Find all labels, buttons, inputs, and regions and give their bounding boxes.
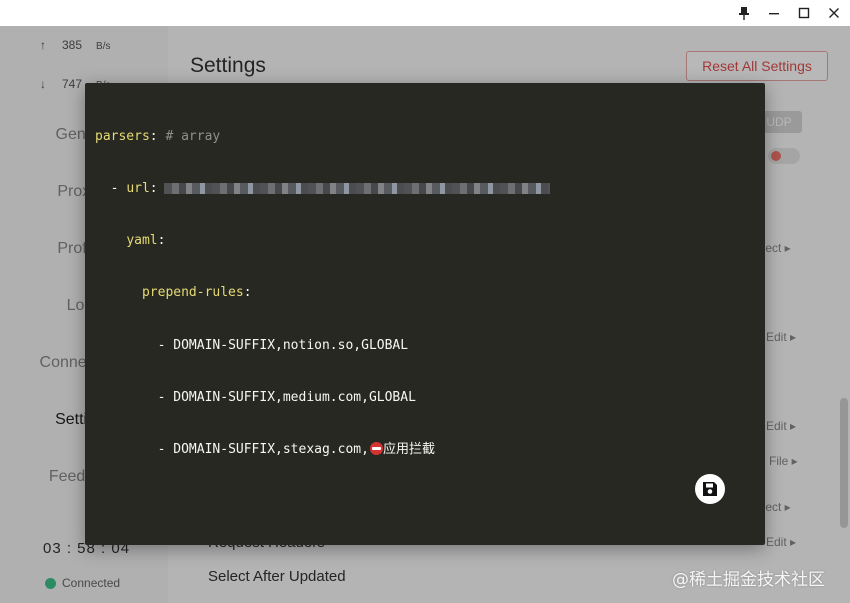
code-line: prepend-rules: (95, 284, 550, 301)
redacted-url (163, 183, 550, 195)
rule-text: - DOMAIN-SUFFIX,stexag.com, (157, 442, 369, 458)
yaml-punct: : (157, 233, 166, 249)
pin-button[interactable] (729, 0, 759, 26)
code-line: - DOMAIN-SUFFIX,stexag.com, 应用拦截 (95, 441, 550, 458)
minimize-button[interactable] (759, 0, 789, 26)
rule-text: - DOMAIN-SUFFIX,notion.so,GLOBAL (157, 337, 409, 353)
yaml-key: yaml (126, 233, 158, 249)
window-titlebar (0, 0, 850, 26)
yaml-punct: : (149, 181, 158, 197)
rule-target: 应用拦截 (382, 442, 435, 458)
maximize-button[interactable] (789, 0, 819, 26)
code-content[interactable]: parsers: # array - url: yaml: prepend-ru… (95, 93, 550, 493)
minimize-icon (769, 13, 779, 15)
code-line: parsers: # array (95, 128, 550, 145)
yaml-key: url (126, 181, 150, 197)
yaml-dash: - (110, 181, 127, 197)
yaml-key: parsers (95, 128, 150, 144)
yaml-punct: : (243, 285, 252, 301)
code-line: yaml: (95, 232, 550, 249)
floppy-disk-icon (703, 482, 717, 496)
code-line: - DOMAIN-SUFFIX,medium.com,GLOBAL (95, 389, 550, 406)
code-line: - url: (95, 180, 550, 197)
save-button[interactable] (695, 474, 725, 504)
yaml-punct: : (149, 128, 158, 144)
code-line: - DOMAIN-SUFFIX,notion.so,GLOBAL (95, 337, 550, 354)
yaml-comment: # array (157, 128, 221, 144)
rule-text: - DOMAIN-SUFFIX,medium.com,GLOBAL (157, 389, 416, 405)
maximize-icon (798, 7, 810, 19)
close-icon (829, 8, 839, 18)
pin-icon (739, 7, 749, 20)
close-button[interactable] (819, 0, 849, 26)
no-entry-icon (369, 442, 383, 456)
watermark-text: @稀土掘金技术社区 (672, 570, 825, 590)
parser-code-editor[interactable]: parsers: # array - url: yaml: prepend-ru… (85, 83, 765, 545)
yaml-key: prepend-rules (141, 285, 244, 301)
